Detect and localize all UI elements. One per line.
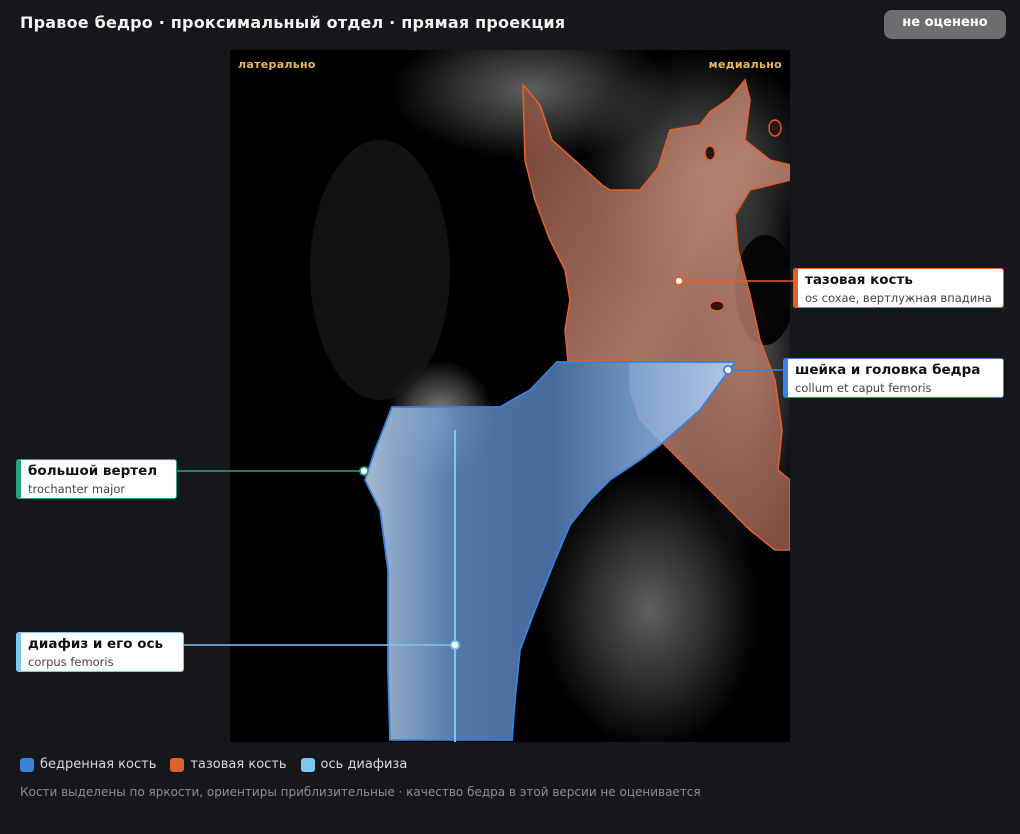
legend-item-femur: бедренная кость <box>20 757 156 772</box>
legend: бедренная кость тазовая кость ось диафиз… <box>20 757 407 772</box>
callout-greater-trochanter-title: большой вертел <box>28 463 158 479</box>
orientation-lateral-label: латерально <box>238 58 316 71</box>
callout-femoral-neck-subtitle: collum et caput femoris <box>795 381 932 395</box>
callout-pelvis-title: тазовая кость <box>805 272 913 288</box>
callout-pelvis-subtitle: os coxae, вертлужная впадина <box>805 291 992 305</box>
legend-item-pelvis: тазовая кость <box>170 757 287 772</box>
callout-femoral-neck-title: шейка и головка бедра <box>795 362 981 378</box>
callout-femoral-shaft-subtitle: corpus femoris <box>28 655 114 669</box>
legend-label-axis: ось диафиза <box>320 757 408 772</box>
callout-greater-trochanter[interactable]: большой вертел trochanter major <box>16 459 177 499</box>
legend-swatch-femur <box>20 757 34 772</box>
legend-swatch-axis <box>300 757 315 772</box>
legend-label-femur: бедренная кость <box>40 757 157 772</box>
callout-greater-trochanter-subtitle: trochanter major <box>28 482 126 496</box>
callout-femoral-neck[interactable]: шейка и головка бедра collum et caput fe… <box>783 358 1004 398</box>
callout-pelvis[interactable]: тазовая кость os coxae, вертлужная впади… <box>793 268 1004 308</box>
callout-femoral-shaft[interactable]: диафиз и его ось corpus femoris <box>16 632 184 672</box>
status-badge[interactable]: не оценено <box>884 10 1006 39</box>
legend-label-pelvis: тазовая кость <box>190 757 287 772</box>
page-title: Правое бедро · проксимальный отдел · пря… <box>20 13 566 32</box>
legend-swatch-pelvis <box>170 757 185 772</box>
footnote: Кости выделены по яркости, ориентиры при… <box>20 785 701 799</box>
xray-viewer[interactable]: латерально медиально <box>230 50 790 742</box>
orientation-medial-label: медиально <box>708 58 782 71</box>
legend-item-axis: ось диафиза <box>300 757 408 772</box>
callout-femoral-shaft-title: диафиз и его ось <box>28 636 164 652</box>
xray-image <box>230 50 790 742</box>
